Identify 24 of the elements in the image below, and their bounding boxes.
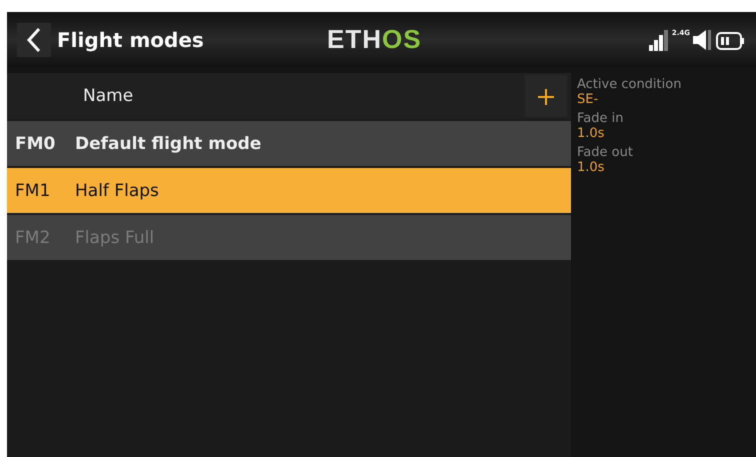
battery-icon bbox=[716, 30, 746, 50]
add-button[interactable] bbox=[525, 75, 567, 117]
field-label: Active condition bbox=[577, 77, 682, 92]
mode-id: FM0 bbox=[14, 134, 56, 154]
logo: ETHOS bbox=[327, 24, 422, 55]
back-chevron-icon bbox=[26, 26, 42, 52]
signal-icon bbox=[648, 28, 669, 50]
flight-mode-row[interactable]: FM1 Half Flaps bbox=[7, 166, 571, 213]
flight-mode-row[interactable]: FM0 Default flight mode bbox=[7, 119, 571, 166]
back-button[interactable] bbox=[17, 22, 51, 56]
field-value[interactable]: 1.0s bbox=[577, 160, 750, 175]
screen-title: Flight modes bbox=[57, 28, 204, 52]
speaker-icon bbox=[693, 28, 713, 50]
field-label: Fade out bbox=[577, 145, 634, 160]
mode-id: FM2 bbox=[14, 228, 52, 248]
column-header: Name bbox=[83, 86, 134, 106]
field-value[interactable]: 1.0s bbox=[577, 126, 750, 141]
mode-name: Flaps Full bbox=[75, 228, 154, 248]
field-label: Fade in bbox=[577, 111, 624, 126]
mode-name: Default flight mode bbox=[75, 134, 262, 154]
plus-icon bbox=[538, 88, 554, 104]
field-value[interactable]: SE- bbox=[577, 92, 750, 107]
mode-name: Half Flaps bbox=[75, 180, 159, 200]
mode-id: FM1 bbox=[14, 180, 52, 200]
